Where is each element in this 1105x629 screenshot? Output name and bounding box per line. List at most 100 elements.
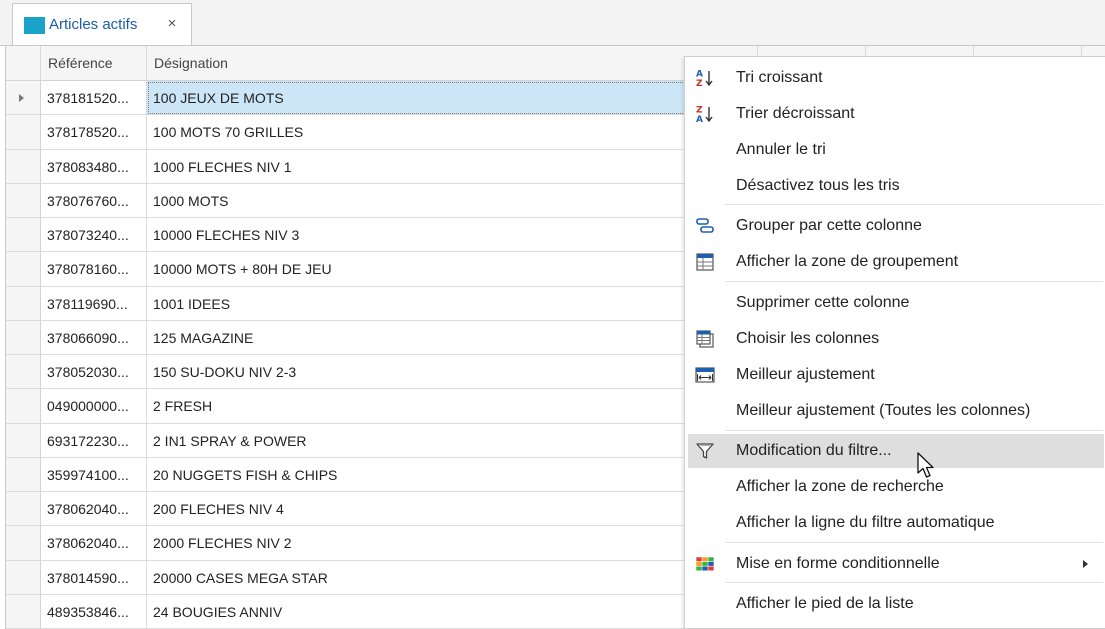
cell-designation[interactable]: 1001 IDEES	[147, 286, 758, 321]
mouse-cursor-icon	[917, 452, 934, 478]
menu-item-label: Annuler le tri	[736, 141, 826, 158]
menu-item-label: Supprimer cette colonne	[736, 294, 910, 311]
row-indicator[interactable]	[6, 389, 41, 424]
menu-item-meilleur-ajustement[interactable]: Meilleur ajustement	[688, 358, 1104, 392]
tab-label: Articles actifs	[49, 16, 138, 33]
row-indicator[interactable]	[6, 320, 41, 355]
menu-item-label: Tri croissant	[736, 69, 823, 86]
table-icon	[24, 17, 45, 34]
cell-reference[interactable]: 489353846...	[41, 594, 147, 629]
menu-item-label: Trier décroissant	[736, 105, 855, 122]
row-indicator[interactable]	[6, 492, 41, 527]
row-indicator[interactable]	[6, 423, 41, 458]
group-by-column-icon	[695, 216, 715, 236]
cell-reference[interactable]: 378076760...	[41, 183, 147, 218]
menu-item-afficher-la-zone-de-recherche[interactable]: Afficher la zone de recherche	[688, 470, 1104, 504]
cell-reference[interactable]: 378066090...	[41, 320, 147, 355]
filter-funnel-icon	[695, 441, 715, 461]
cell-reference[interactable]: 359974100...	[41, 457, 147, 492]
row-indicator[interactable]	[6, 81, 41, 116]
menu-item-label: Afficher la zone de groupement	[736, 253, 959, 270]
cell-designation[interactable]: 20000 CASES MEGA STAR	[147, 560, 758, 595]
cell-designation[interactable]: 10000 MOTS + 80H DE JEU	[147, 252, 758, 287]
submenu-arrow-icon	[1083, 560, 1088, 568]
row-indicator[interactable]	[6, 115, 41, 150]
cell-designation[interactable]: 1000 MOTS	[147, 183, 758, 218]
menu-item-label: Afficher le pied de la liste	[736, 595, 914, 612]
menu-item-afficher-la-zone-de-groupement[interactable]: Afficher la zone de groupement	[688, 245, 1104, 279]
menu-item-label: Modification du filtre...	[736, 442, 892, 459]
menu-separator	[725, 542, 1103, 543]
menu-item-afficher-la-ligne-du-filtre-automatique[interactable]: Afficher la ligne du filtre automatique	[688, 506, 1104, 540]
cell-designation[interactable]: 24 BOUGIES ANNIV	[147, 594, 758, 629]
cell-designation[interactable]: 2 IN1 SPRAY & POWER	[147, 423, 758, 458]
row-indicator[interactable]	[6, 218, 41, 253]
best-fit-icon	[695, 365, 715, 385]
menu-item-desactivez-tous-les-tris[interactable]: Désactivez tous les tris	[688, 169, 1104, 203]
tab-articles-actifs[interactable]: Articles actifs ×	[12, 3, 192, 45]
row-indicator[interactable]	[6, 183, 41, 218]
conditional-format-icon	[695, 554, 715, 574]
menu-item-mise-en-forme-conditionnelle[interactable]: Mise en forme conditionnelle	[688, 547, 1104, 581]
cell-designation[interactable]: 10000 FLECHES NIV 3	[147, 218, 758, 253]
cell-designation[interactable]: 2000 FLECHES NIV 2	[147, 526, 758, 561]
cell-reference[interactable]: 378052030...	[41, 355, 147, 390]
menu-item-modification-du-filtre[interactable]: Modification du filtre...	[688, 434, 1104, 468]
svg-text:A: A	[696, 70, 703, 80]
svg-text:A: A	[696, 115, 703, 124]
sort-ascending-icon: AZ	[695, 68, 715, 89]
menu-item-grouper-par-cette-colonne[interactable]: Grouper par cette colonne	[688, 209, 1104, 243]
menu-separator	[725, 430, 1103, 431]
cell-designation[interactable]: 100 MOTS 70 GRILLES	[147, 115, 758, 150]
cell-designation[interactable]: 150 SU-DOKU NIV 2-3	[147, 355, 758, 390]
cell-designation[interactable]: 200 FLECHES NIV 4	[147, 492, 758, 527]
cell-reference[interactable]: 378083480...	[41, 149, 147, 184]
header-indicator-corner	[6, 46, 41, 80]
row-indicator[interactable]	[6, 355, 41, 390]
menu-item-label: Afficher la zone de recherche	[736, 478, 944, 495]
column-header-reference[interactable]: Référence	[41, 46, 147, 80]
cell-designation[interactable]: 20 NUGGETS FISH & CHIPS	[147, 457, 758, 492]
svg-text:Z: Z	[696, 106, 703, 116]
close-icon[interactable]: ×	[165, 16, 179, 32]
menu-item-afficher-le-pied-de-la-liste[interactable]: Afficher le pied de la liste	[688, 587, 1104, 621]
menu-item-label: Choisir les colonnes	[736, 330, 880, 347]
cell-reference[interactable]: 378078160...	[41, 252, 147, 287]
cell-reference[interactable]: 378014590...	[41, 560, 147, 595]
cell-designation[interactable]: 2 FRESH	[147, 389, 758, 424]
current-row-arrow-icon	[19, 94, 24, 102]
menu-item-label: Désactivez tous les tris	[736, 177, 900, 194]
cell-reference[interactable]: 049000000...	[41, 389, 147, 424]
cell-reference[interactable]: 378062040...	[41, 526, 147, 561]
row-indicator[interactable]	[6, 594, 41, 629]
menu-separator	[725, 204, 1103, 205]
menu-item-label: Mise en forme conditionnelle	[736, 555, 940, 572]
group-panel-icon	[695, 252, 715, 272]
menu-separator	[725, 281, 1103, 282]
row-indicator[interactable]	[6, 526, 41, 561]
cell-designation[interactable]: 125 MAGAZINE	[147, 320, 758, 355]
menu-item-trier-decroissant[interactable]: Z A Trier décroissant	[688, 97, 1104, 131]
row-indicator[interactable]	[6, 149, 41, 184]
cell-reference[interactable]: 378178520...	[41, 115, 147, 150]
menu-item-label: Grouper par cette colonne	[736, 217, 922, 234]
cell-designation[interactable]: 1000 FLECHES NIV 1	[147, 149, 758, 184]
cell-reference[interactable]: 378119690...	[41, 286, 147, 321]
row-indicator[interactable]	[6, 286, 41, 321]
column-chooser-icon	[695, 329, 715, 349]
menu-item-meilleur-ajustement-toutes-les-colonnes[interactable]: Meilleur ajustement (Toutes les colonnes…	[688, 394, 1104, 428]
column-header-designation[interactable]: Désignation	[147, 46, 758, 80]
svg-text:Z: Z	[696, 79, 703, 88]
menu-item-choisir-les-colonnes[interactable]: Choisir les colonnes	[688, 322, 1104, 356]
menu-item-supprimer-cette-colonne[interactable]: Supprimer cette colonne	[688, 286, 1104, 320]
cell-designation[interactable]: 100 JEUX DE MOTS	[147, 81, 758, 116]
row-indicator[interactable]	[6, 457, 41, 492]
cell-reference[interactable]: 378073240...	[41, 218, 147, 253]
menu-item-tri-croissant[interactable]: A Z Tri croissant	[688, 61, 1104, 95]
row-indicator[interactable]	[6, 560, 41, 595]
row-indicator[interactable]	[6, 252, 41, 287]
menu-item-annuler-le-tri[interactable]: Annuler le tri	[688, 133, 1104, 167]
cell-reference[interactable]: 378181520...	[41, 81, 147, 116]
cell-reference[interactable]: 378062040...	[41, 492, 147, 527]
cell-reference[interactable]: 693172230...	[41, 423, 147, 458]
